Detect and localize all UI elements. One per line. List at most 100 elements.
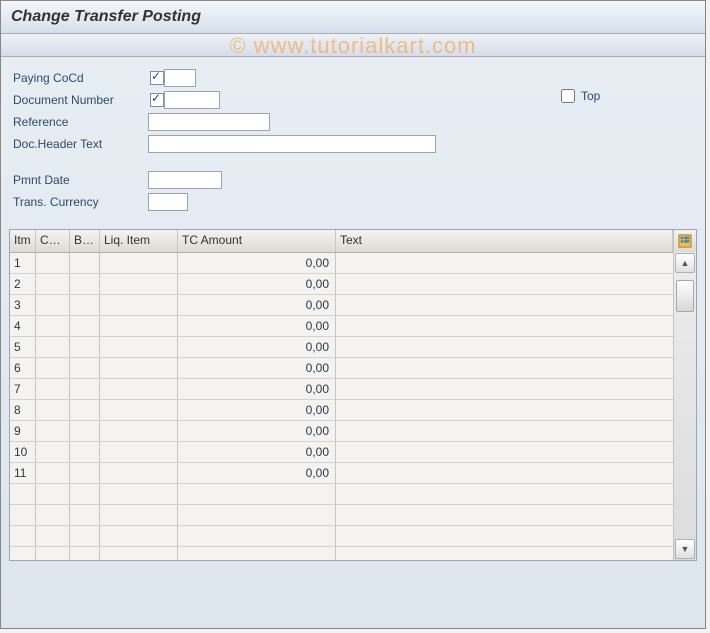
cell-bu[interactable] (70, 463, 100, 483)
cell-text[interactable] (336, 463, 674, 483)
cell-tc-amount[interactable]: 0,00 (178, 442, 336, 462)
cell-bu[interactable] (70, 421, 100, 441)
cell-tc-amount[interactable]: 0,00 (178, 337, 336, 357)
table-row[interactable]: 30,00 (10, 295, 674, 316)
cell-bu[interactable] (70, 253, 100, 273)
cell-text[interactable] (336, 253, 674, 273)
table-row[interactable]: 60,00 (10, 358, 674, 379)
cell-text[interactable] (336, 337, 674, 357)
cell-itm[interactable]: 6 (10, 358, 36, 378)
cell-itm[interactable] (10, 505, 36, 525)
grid-settings-button[interactable] (673, 230, 696, 252)
cell-liq[interactable] (100, 421, 178, 441)
cell-text[interactable] (336, 421, 674, 441)
cell-text[interactable] (336, 379, 674, 399)
cell-liq[interactable] (100, 316, 178, 336)
col-header-tc[interactable]: TC Amount (178, 230, 336, 252)
cell-tc-amount[interactable]: 0,00 (178, 274, 336, 294)
cell-text[interactable] (336, 400, 674, 420)
document-number-input[interactable] (164, 91, 220, 109)
cell-itm[interactable]: 3 (10, 295, 36, 315)
cell-cocd[interactable] (36, 463, 70, 483)
table-row[interactable]: 40,00 (10, 316, 674, 337)
cell-liq[interactable] (100, 295, 178, 315)
cell-cocd[interactable] (36, 316, 70, 336)
table-row[interactable] (10, 547, 674, 560)
cell-cocd[interactable] (36, 400, 70, 420)
cell-cocd[interactable] (36, 295, 70, 315)
cell-liq[interactable] (100, 442, 178, 462)
cell-bu[interactable] (70, 295, 100, 315)
cell-itm[interactable]: 2 (10, 274, 36, 294)
cell-text[interactable] (336, 316, 674, 336)
vertical-scrollbar[interactable]: ▲ ▼ (673, 252, 696, 560)
cell-bu[interactable] (70, 547, 100, 560)
cell-text[interactable] (336, 358, 674, 378)
cell-tc-amount[interactable]: 0,00 (178, 295, 336, 315)
cell-bu[interactable] (70, 400, 100, 420)
table-row[interactable]: 90,00 (10, 421, 674, 442)
pmnt-date-input[interactable] (148, 171, 222, 189)
cell-itm[interactable]: 8 (10, 400, 36, 420)
table-row[interactable] (10, 505, 674, 526)
table-row[interactable]: 50,00 (10, 337, 674, 358)
cell-liq[interactable] (100, 505, 178, 525)
cell-itm[interactable]: 7 (10, 379, 36, 399)
top-checkbox[interactable] (561, 89, 575, 103)
cell-liq[interactable] (100, 274, 178, 294)
col-header-bu[interactable]: Bu... (70, 230, 100, 252)
cell-bu[interactable] (70, 316, 100, 336)
cell-bu[interactable] (70, 526, 100, 546)
table-row[interactable]: 20,00 (10, 274, 674, 295)
scroll-down-button[interactable]: ▼ (675, 539, 695, 559)
cell-bu[interactable] (70, 442, 100, 462)
cell-tc-amount[interactable]: 0,00 (178, 400, 336, 420)
cell-tc-amount[interactable] (178, 505, 336, 525)
cell-itm[interactable]: 1 (10, 253, 36, 273)
reference-input[interactable] (148, 113, 270, 131)
cell-tc-amount[interactable]: 0,00 (178, 316, 336, 336)
cell-itm[interactable] (10, 484, 36, 504)
table-row[interactable]: 100,00 (10, 442, 674, 463)
cell-itm[interactable]: 10 (10, 442, 36, 462)
table-row[interactable] (10, 484, 674, 505)
doc-header-text-input[interactable] (148, 135, 436, 153)
cell-liq[interactable] (100, 547, 178, 560)
cell-liq[interactable] (100, 526, 178, 546)
cell-itm[interactable]: 11 (10, 463, 36, 483)
cell-itm[interactable] (10, 547, 36, 560)
cell-cocd[interactable] (36, 337, 70, 357)
cell-cocd[interactable] (36, 505, 70, 525)
cell-itm[interactable]: 9 (10, 421, 36, 441)
cell-liq[interactable] (100, 484, 178, 504)
cell-bu[interactable] (70, 484, 100, 504)
cell-liq[interactable] (100, 463, 178, 483)
cell-bu[interactable] (70, 379, 100, 399)
cell-bu[interactable] (70, 358, 100, 378)
cell-text[interactable] (336, 526, 674, 546)
cell-text[interactable] (336, 274, 674, 294)
cell-cocd[interactable] (36, 442, 70, 462)
cell-cocd[interactable] (36, 484, 70, 504)
cell-tc-amount[interactable]: 0,00 (178, 253, 336, 273)
col-header-itm[interactable]: Itm (10, 230, 36, 252)
col-header-text[interactable]: Text (336, 230, 673, 252)
cell-tc-amount[interactable] (178, 484, 336, 504)
cell-text[interactable] (336, 295, 674, 315)
cell-cocd[interactable] (36, 253, 70, 273)
cell-itm[interactable] (10, 526, 36, 546)
cell-bu[interactable] (70, 337, 100, 357)
cell-cocd[interactable] (36, 379, 70, 399)
cell-liq[interactable] (100, 253, 178, 273)
cell-tc-amount[interactable]: 0,00 (178, 463, 336, 483)
cell-text[interactable] (336, 484, 674, 504)
scroll-thumb[interactable] (676, 280, 694, 312)
cell-text[interactable] (336, 547, 674, 560)
col-header-liq[interactable]: Liq. Item (100, 230, 178, 252)
cell-cocd[interactable] (36, 526, 70, 546)
cell-tc-amount[interactable]: 0,00 (178, 379, 336, 399)
table-row[interactable] (10, 526, 674, 547)
cell-tc-amount[interactable] (178, 526, 336, 546)
cell-liq[interactable] (100, 400, 178, 420)
trans-currency-input[interactable] (148, 193, 188, 211)
